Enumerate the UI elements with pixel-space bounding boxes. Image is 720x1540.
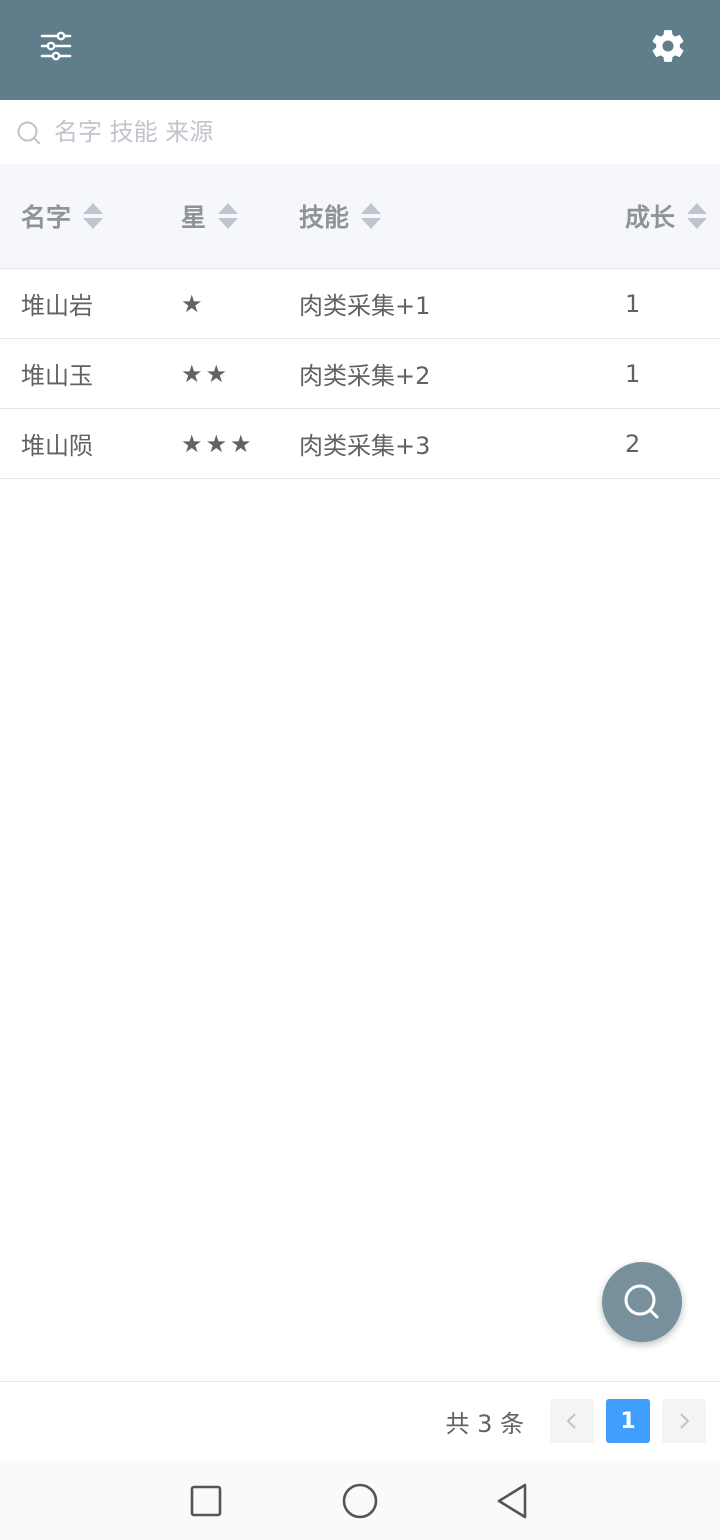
search-input[interactable] bbox=[54, 112, 694, 152]
column-header-label: 星 bbox=[181, 203, 207, 232]
sliders-icon bbox=[40, 31, 72, 61]
cell-stars: ★ bbox=[181, 289, 206, 318]
cell-name: 堆山岩 bbox=[21, 292, 93, 320]
cell-skill: 肉类采集+3 bbox=[299, 432, 431, 460]
table-row[interactable]: 堆山岩 ★ 肉类采集+1 1 bbox=[0, 269, 720, 339]
search-icon bbox=[17, 121, 40, 144]
recent-apps-button[interactable] bbox=[184, 1479, 228, 1523]
search-bar bbox=[0, 100, 720, 164]
cell-name: 堆山陨 bbox=[21, 432, 93, 460]
column-header-label: 成长 bbox=[625, 203, 676, 232]
column-header-skill[interactable]: 技能 bbox=[299, 164, 382, 268]
next-page-button[interactable] bbox=[662, 1399, 706, 1443]
cell-stars: ★★ bbox=[181, 359, 231, 388]
settings-button[interactable] bbox=[646, 24, 690, 68]
cell-skill: 肉类采集+2 bbox=[299, 362, 431, 390]
home-button[interactable] bbox=[338, 1479, 382, 1523]
column-header-stars[interactable]: 星 bbox=[181, 164, 239, 268]
app-root: 名字 星 技能 成长 堆山岩 ★ 肉类采集+1 1 堆山玉 ★★ bbox=[0, 0, 720, 1540]
system-nav-bar bbox=[0, 1461, 720, 1540]
sort-caret-icon[interactable] bbox=[361, 203, 382, 229]
filter-button[interactable] bbox=[34, 24, 78, 68]
sort-caret-icon[interactable] bbox=[83, 203, 104, 229]
table-row[interactable]: 堆山陨 ★★★ 肉类采集+3 2 bbox=[0, 409, 720, 479]
cell-skill: 肉类采集+1 bbox=[299, 292, 431, 320]
chevron-left-icon bbox=[566, 1413, 576, 1429]
column-header-growth[interactable]: 成长 bbox=[625, 164, 708, 268]
circle-icon bbox=[342, 1483, 378, 1519]
chevron-right-icon bbox=[680, 1413, 690, 1429]
search-icon bbox=[624, 1284, 659, 1319]
table-header: 名字 星 技能 成长 bbox=[0, 164, 720, 269]
triangle-back-icon bbox=[497, 1483, 527, 1519]
data-table: 名字 星 技能 成长 堆山岩 ★ 肉类采集+1 1 堆山玉 ★★ 肉类采集+2 … bbox=[0, 164, 720, 479]
cell-stars: ★★★ bbox=[181, 429, 255, 458]
back-button[interactable] bbox=[490, 1479, 534, 1523]
pagination-bar: 共 3 条 1 bbox=[0, 1381, 720, 1461]
square-icon bbox=[190, 1485, 222, 1517]
total-count: 共 3 条 bbox=[445, 1409, 524, 1438]
table-row[interactable]: 堆山玉 ★★ 肉类采集+2 1 bbox=[0, 339, 720, 409]
sort-caret-icon[interactable] bbox=[687, 203, 708, 229]
floating-search-button[interactable] bbox=[602, 1262, 682, 1342]
column-header-label: 名字 bbox=[21, 203, 72, 232]
cell-growth: 1 bbox=[625, 359, 641, 388]
top-app-bar bbox=[0, 0, 720, 100]
cell-name: 堆山玉 bbox=[21, 362, 93, 390]
prev-page-button[interactable] bbox=[550, 1399, 594, 1443]
page-number-button[interactable]: 1 bbox=[606, 1399, 650, 1443]
cell-growth: 1 bbox=[625, 289, 641, 318]
gear-icon bbox=[652, 30, 684, 62]
cell-growth: 2 bbox=[625, 429, 641, 458]
sort-caret-icon[interactable] bbox=[218, 203, 239, 229]
column-header-name[interactable]: 名字 bbox=[21, 164, 104, 268]
column-header-label: 技能 bbox=[299, 203, 350, 232]
